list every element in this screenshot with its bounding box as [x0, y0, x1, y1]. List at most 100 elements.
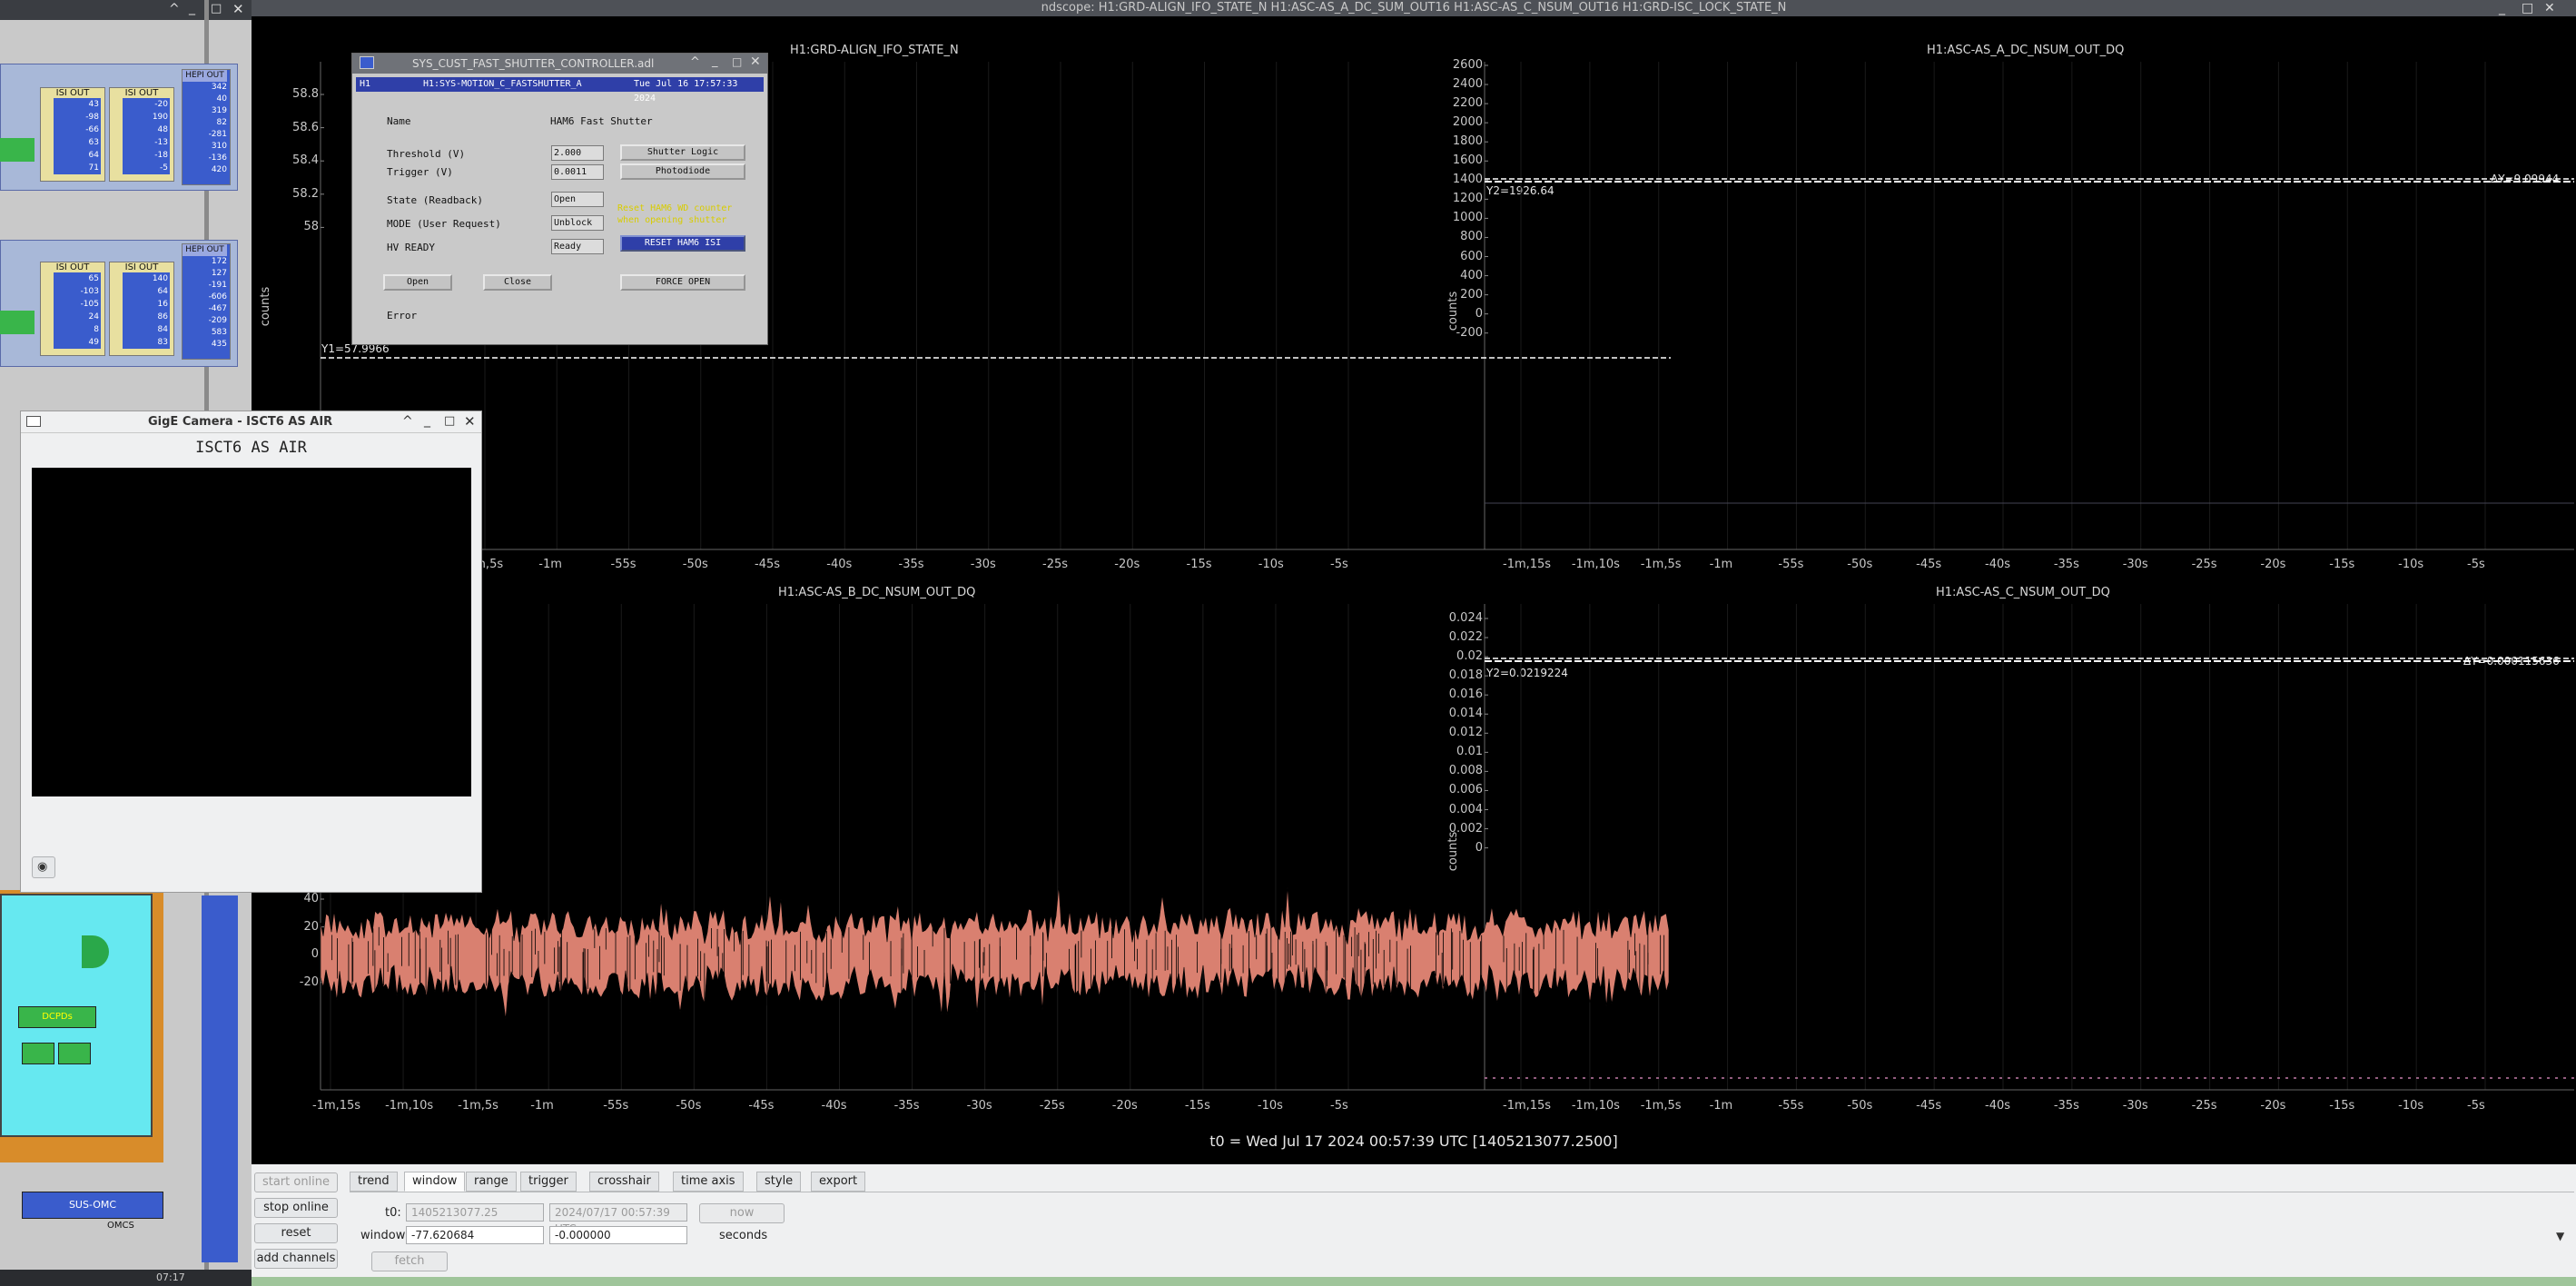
photodiode-button[interactable]: Photodiode — [620, 163, 745, 180]
close-icon[interactable]: ✕ — [232, 1, 244, 17]
open-button[interactable]: Open — [383, 274, 452, 291]
reset-ham6-isi-button[interactable]: RESET HAM6 ISI — [620, 235, 745, 252]
tr-xtick: -45s — [1916, 558, 1942, 571]
br-ytick: 0.02 — [1456, 649, 1483, 664]
minimize-icon[interactable]: ^ — [402, 414, 413, 429]
tab-range[interactable]: range — [466, 1172, 517, 1192]
window-end-input[interactable]: -0.000000 — [549, 1226, 687, 1244]
reset-button[interactable]: reset — [254, 1223, 338, 1243]
stop-online-button[interactable]: stop online — [254, 1198, 338, 1218]
tr-xtick: -50s — [1847, 558, 1873, 571]
bl-xtick: -15s — [1184, 1099, 1210, 1113]
tr-xtick: -1m,15s — [1503, 558, 1552, 571]
side-column — [202, 895, 238, 1262]
tr-ytick: 2400 — [1452, 77, 1483, 92]
bl-ytick: -20 — [299, 974, 319, 989]
close-icon[interactable]: ✕ — [750, 54, 761, 69]
pd-button[interactable] — [58, 1043, 91, 1064]
dcpds-button[interactable]: DCPDs — [18, 1006, 96, 1028]
isi-values-4: 140 64 16 86 84 83 — [123, 272, 170, 349]
minimize-icon[interactable]: ^ — [690, 55, 700, 69]
tr-ytick: 200 — [1460, 287, 1483, 302]
maximize-icon[interactable]: □ — [444, 414, 455, 428]
date-label: Tue Jul 16 17:57:33 2024 — [634, 79, 738, 104]
isi-out-box-3: ISI OUT 65 -103 -105 24 8 49 — [40, 262, 105, 356]
t0-date-input[interactable]: 2024/07/17 00:57:39 UTC — [549, 1203, 687, 1235]
isi-out-label: ISI OUT — [55, 88, 90, 98]
value: -606 — [208, 292, 227, 302]
error-label: Error — [387, 310, 418, 322]
bl-xtick: -35s — [893, 1099, 920, 1113]
bl-trace-band — [320, 885, 1670, 1020]
clock: 07:17 — [156, 1271, 185, 1283]
shutter-header-bar: H1 H1:SYS-MOTION_C_FASTSHUTTER_A Tue Jul… — [356, 77, 764, 104]
minimize-icon[interactable]: _ — [712, 54, 718, 68]
name-value: HAM6 Fast Shutter — [550, 115, 653, 127]
maximize-icon[interactable]: □ — [211, 2, 222, 15]
tab-trend[interactable]: trend — [350, 1172, 398, 1192]
hv-field: Ready — [551, 239, 604, 254]
tab-trigger[interactable]: trigger — [520, 1172, 577, 1192]
tab-style[interactable]: style — [756, 1172, 802, 1192]
tl-xtick: -55s — [610, 558, 637, 571]
tl-ytick: 58.4 — [292, 153, 319, 168]
minimize-icon[interactable]: _ — [424, 413, 430, 428]
sus-omc-button[interactable]: SUS-OMC — [22, 1192, 163, 1219]
tab-crosshair[interactable]: crosshair — [589, 1172, 659, 1192]
window-start-input[interactable]: -77.620684 — [406, 1226, 544, 1244]
camera-image[interactable] — [32, 468, 471, 796]
br-xtick: -55s — [1778, 1099, 1804, 1113]
tl-xtick: -10s — [1258, 558, 1284, 571]
tl-xtick: -5s — [1330, 558, 1348, 571]
br-ytick: 0.024 — [1448, 611, 1483, 625]
value: 16 — [157, 300, 168, 309]
br-ytick: 0.002 — [1448, 821, 1483, 836]
shutter-logic-button[interactable]: Shutter Logic — [620, 144, 745, 161]
br-ytick: 0.022 — [1448, 630, 1483, 645]
ifo-label: H1 — [360, 79, 371, 89]
bl-ytick: 0 — [311, 947, 319, 962]
tl-xtick: -40s — [826, 558, 853, 571]
close-icon[interactable]: ✕ — [464, 413, 476, 430]
br-xtick: -5s — [2467, 1099, 2485, 1113]
value: -18 — [154, 151, 168, 160]
minimize-icon[interactable]: _ — [189, 1, 195, 15]
chevron-down-icon[interactable]: ▼ — [2556, 1230, 2564, 1242]
pd-button[interactable] — [22, 1043, 54, 1064]
value: 140 — [152, 274, 168, 283]
minimize-icon[interactable]: ^ — [169, 2, 180, 16]
threshold-field[interactable]: 2.000 — [551, 145, 604, 161]
value: 420 — [211, 165, 227, 174]
force-open-label: FORCE OPEN — [655, 277, 711, 287]
br-xtick: -1m — [1709, 1099, 1733, 1113]
bl-xtick: -10s — [1257, 1099, 1283, 1113]
camera-settings-button[interactable]: ◉ — [32, 856, 55, 878]
close-button[interactable]: Close — [483, 274, 552, 291]
state-field: Open — [551, 192, 604, 207]
force-open-button[interactable]: FORCE OPEN — [620, 274, 745, 291]
tab-window[interactable]: window — [404, 1172, 466, 1192]
tl-ytick: 58 — [303, 220, 319, 234]
fetch-button[interactable]: fetch — [371, 1251, 448, 1271]
camera-window-title: GigE Camera - ISCT6 AS AIR — [148, 415, 333, 429]
start-online-button[interactable]: start online — [254, 1172, 338, 1192]
value: 24 — [88, 312, 99, 322]
tab-export[interactable]: export — [811, 1172, 866, 1192]
tl-ytick: 58.2 — [292, 186, 319, 201]
channel-label: H1:SYS-MOTION_C_FASTSHUTTER_A — [423, 79, 582, 89]
add-channels-label: add channels — [256, 1251, 336, 1265]
now-button[interactable]: now — [699, 1203, 785, 1223]
reset-label: reset — [281, 1226, 311, 1240]
add-channels-button[interactable]: add channels — [254, 1249, 338, 1269]
hepi-out-label: HEPI OUT — [183, 244, 227, 256]
tl-xtick: -45s — [755, 558, 781, 571]
hv-label: HV READY — [387, 242, 435, 253]
t0-gps-input[interactable]: 1405213077.25 — [406, 1203, 544, 1222]
tr-ytick: -200 — [1456, 325, 1483, 340]
br-xtick: -20s — [2260, 1099, 2286, 1113]
bl-xtick: -1m,10s — [385, 1099, 434, 1113]
tr-ytick: 2600 — [1452, 58, 1483, 72]
bl-xtick: -20s — [1111, 1099, 1138, 1113]
tab-time-axis[interactable]: time axis — [673, 1172, 744, 1192]
maximize-icon[interactable]: □ — [732, 55, 742, 68]
